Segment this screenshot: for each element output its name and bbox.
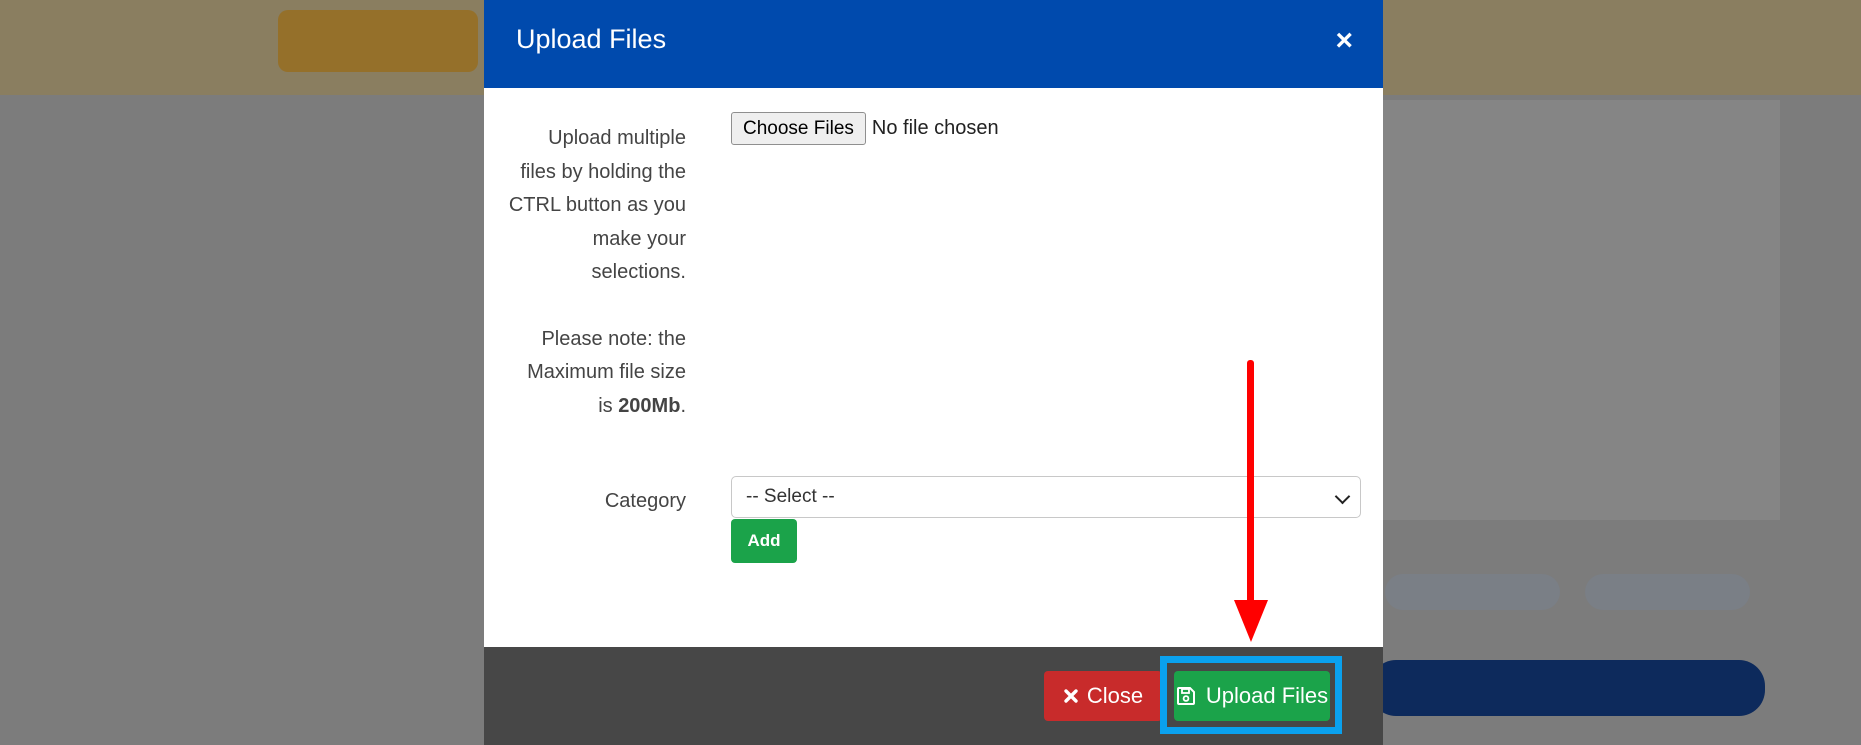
help-line: files by holding the: [520, 160, 686, 183]
background-panel: [1380, 100, 1780, 520]
close-button-label: Close: [1086, 683, 1144, 708]
arrow-annotation-head: [1234, 600, 1268, 642]
help-line: selections.: [591, 261, 687, 283]
category-select[interactable]: -- Select --: [731, 476, 1361, 518]
chevron-down-icon: [1334, 488, 1351, 505]
note-prefix: is: [598, 394, 619, 417]
max-file-size: 200Mb: [618, 394, 681, 417]
note-line: is 200Mb.: [484, 390, 686, 424]
x-icon: [1064, 689, 1078, 703]
category-selected-value: -- Select --: [746, 486, 835, 507]
note-suffix: .: [680, 394, 686, 417]
save-icon: [1176, 687, 1195, 705]
help-line: Upload multiple: [548, 127, 686, 149]
category-label: Category: [604, 490, 686, 512]
note-line: Please note: the: [541, 327, 686, 350]
upload-files-button[interactable]: Upload Files: [1174, 671, 1330, 721]
add-button[interactable]: Add: [731, 519, 797, 563]
modal-title: Upload Files: [516, 24, 667, 54]
upload-help-text: Upload multiple files by holding the CTR…: [484, 122, 686, 423]
close-icon[interactable]: ×: [1335, 26, 1353, 56]
background-orange-button: [278, 10, 478, 72]
arrow-annotation-shaft: [1247, 360, 1254, 610]
help-line: make your: [592, 227, 686, 250]
modal-footer: Close Upload Files: [484, 647, 1383, 745]
choose-files-button[interactable]: Choose Files: [731, 112, 866, 145]
background-blue-bar: [1370, 660, 1765, 716]
note-line: Maximum file size: [527, 361, 686, 383]
background-pill: [1385, 574, 1560, 610]
file-input: Choose Files No file chosen: [731, 112, 999, 145]
background-pill: [1585, 574, 1750, 610]
help-line: CTRL button as you: [508, 194, 686, 216]
file-status: No file chosen: [871, 117, 999, 139]
modal-header: Upload Files ×: [484, 0, 1383, 88]
upload-button-label: Upload Files: [1205, 683, 1329, 708]
close-button[interactable]: Close: [1044, 671, 1162, 721]
